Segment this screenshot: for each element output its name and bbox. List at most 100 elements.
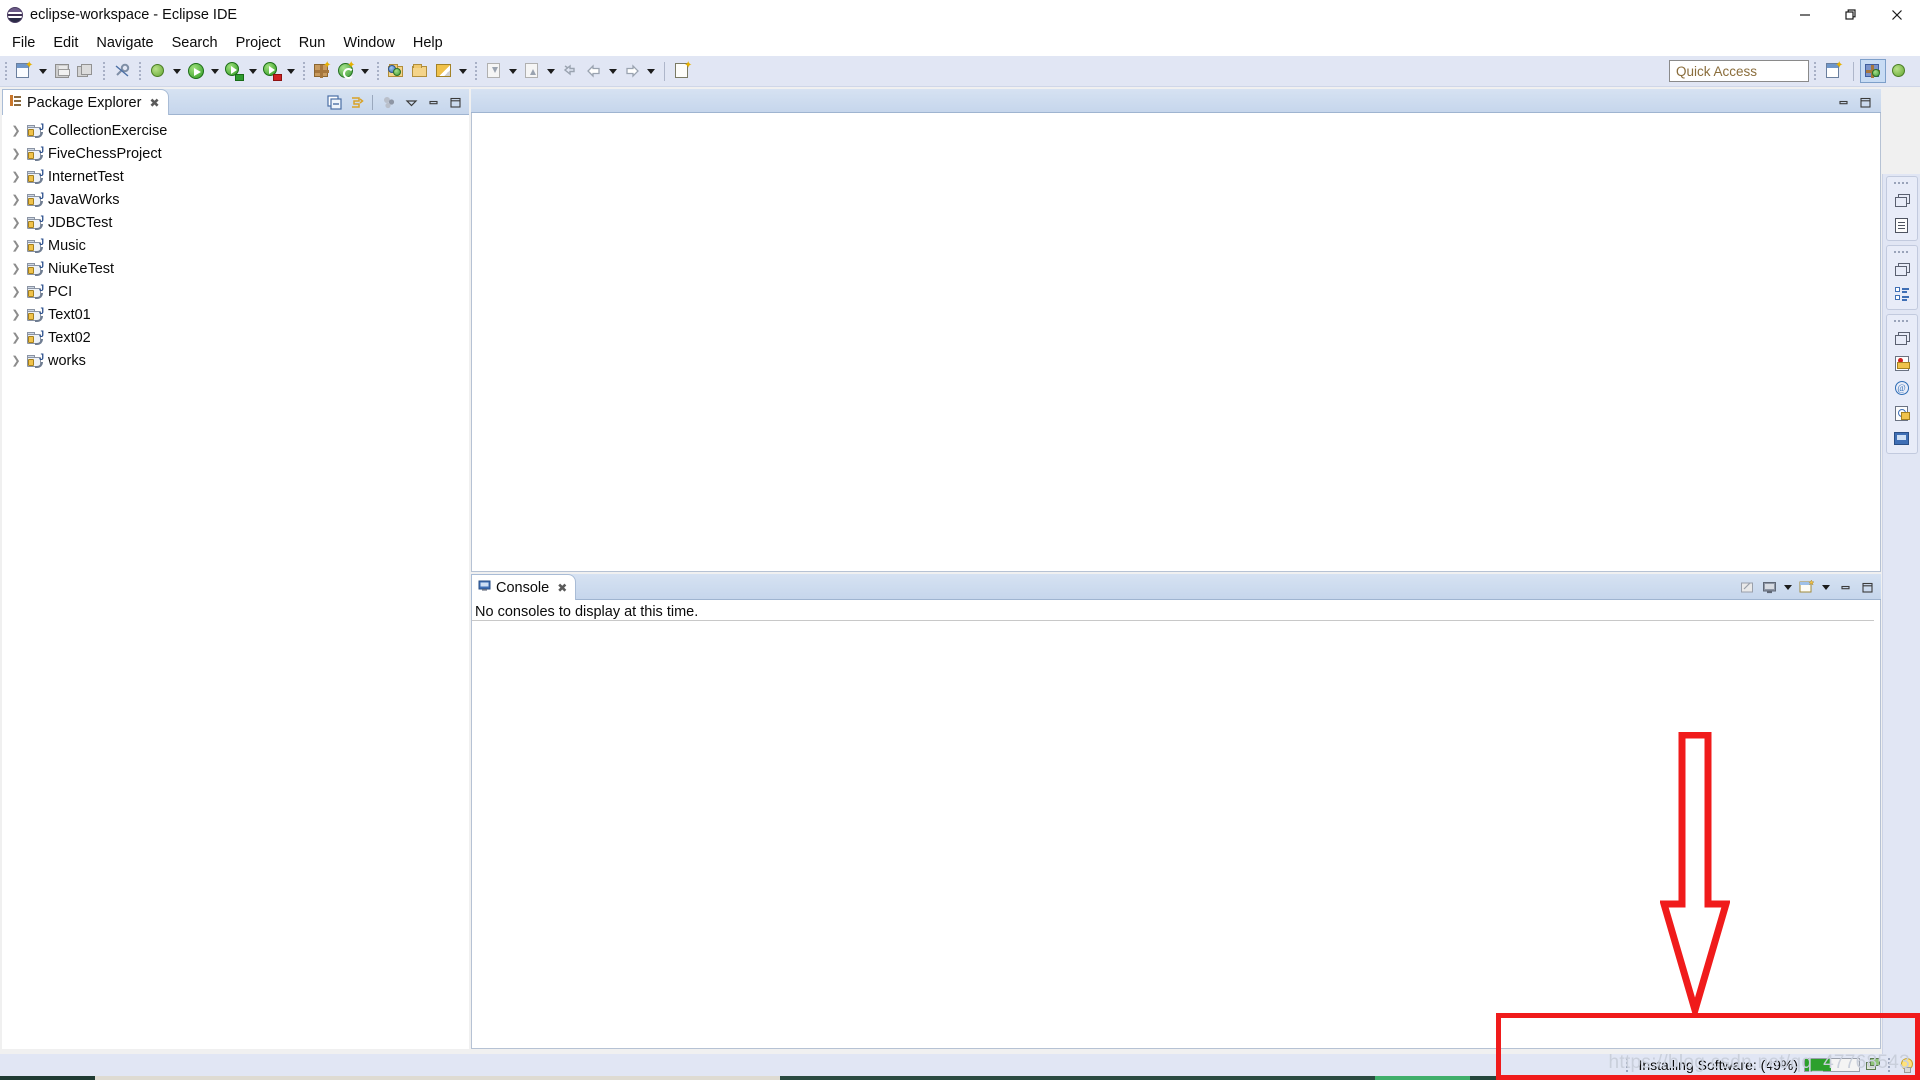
- expand-arrow-icon[interactable]: ❯: [10, 332, 22, 344]
- last-edit-location-button[interactable]: [558, 59, 582, 83]
- display-console-dropdown[interactable]: [1781, 575, 1795, 599]
- coverage-button[interactable]: [222, 59, 246, 83]
- expand-arrow-icon[interactable]: ❯: [10, 309, 22, 321]
- tab-console[interactable]: Console ✖: [471, 574, 577, 600]
- restore-icon[interactable]: [1828, 0, 1874, 29]
- open-console-button[interactable]: [1737, 577, 1757, 597]
- minimize-icon[interactable]: [1782, 0, 1828, 29]
- toggle-mark-occurrences-button[interactable]: [432, 59, 456, 83]
- console-view-button[interactable]: [1890, 427, 1914, 449]
- debug-dropdown[interactable]: [170, 59, 184, 83]
- tree-item-text02[interactable]: ❯ J Text02: [2, 326, 469, 349]
- close-tab-icon[interactable]: ✖: [557, 581, 567, 595]
- new-java-package-button[interactable]: ✦: [310, 59, 334, 83]
- expand-arrow-icon[interactable]: ❯: [10, 263, 22, 275]
- run-button[interactable]: [184, 59, 208, 83]
- console-minimize-button[interactable]: [1835, 577, 1855, 597]
- previous-annotation-dropdown[interactable]: [544, 59, 558, 83]
- quick-access-input[interactable]: Quick Access: [1669, 60, 1809, 82]
- maximize-view-button[interactable]: [445, 92, 465, 112]
- new-wizard-dropdown[interactable]: [36, 59, 50, 83]
- perspective-java[interactable]: [1886, 59, 1912, 83]
- back-button[interactable]: [582, 59, 606, 83]
- link-editor-button[interactable]: [110, 59, 134, 83]
- menu-window[interactable]: Window: [334, 32, 404, 54]
- restore-editor-button[interactable]: [1890, 189, 1914, 211]
- menu-help[interactable]: Help: [404, 32, 452, 54]
- expand-arrow-icon[interactable]: ❯: [10, 240, 22, 252]
- forward-dropdown[interactable]: [644, 59, 658, 83]
- expand-arrow-icon[interactable]: ❯: [10, 194, 22, 206]
- open-type-button[interactable]: [384, 59, 408, 83]
- new-java-class-button[interactable]: ✦: [334, 59, 358, 83]
- editor-maximize-button[interactable]: [1855, 92, 1875, 112]
- collapse-all-button[interactable]: [324, 92, 344, 112]
- coverage-dropdown[interactable]: [246, 59, 260, 83]
- tree-item-internettest[interactable]: ❯ J InternetTest: [2, 165, 469, 188]
- menu-project[interactable]: Project: [227, 32, 290, 54]
- new-java-class-dropdown[interactable]: [358, 59, 372, 83]
- servers-view-button[interactable]: [1890, 352, 1914, 374]
- perspective-java-ee[interactable]: [1860, 59, 1886, 83]
- new-console-view-button[interactable]: [1797, 577, 1817, 597]
- menu-run[interactable]: Run: [290, 32, 335, 54]
- tab-package-explorer[interactable]: Package Explorer ✖: [2, 89, 169, 115]
- view-menu-button[interactable]: [401, 92, 421, 112]
- run-last-dropdown[interactable]: [284, 59, 298, 83]
- expand-arrow-icon[interactable]: ❯: [10, 286, 22, 298]
- next-annotation-button[interactable]: [482, 59, 506, 83]
- restore-misc-button[interactable]: [1890, 327, 1914, 349]
- menu-edit[interactable]: Edit: [44, 32, 87, 54]
- tree-item-music[interactable]: ❯ J Music: [2, 234, 469, 257]
- editor-empty-area[interactable]: [471, 113, 1881, 572]
- tree-item-niuketest[interactable]: ❯ J NiuKeTest: [2, 257, 469, 280]
- open-task-button[interactable]: [408, 59, 432, 83]
- tree-item-works[interactable]: ❯ J works: [2, 349, 469, 372]
- snippets-view-button[interactable]: [1890, 402, 1914, 424]
- focus-task-button[interactable]: [379, 92, 399, 112]
- next-annotation-dropdown[interactable]: [506, 59, 520, 83]
- expand-arrow-icon[interactable]: ❯: [10, 171, 22, 183]
- drag-grip-icon[interactable]: [1893, 318, 1910, 324]
- tree-item-text01[interactable]: ❯ J Text01: [2, 303, 469, 326]
- console-body[interactable]: No consoles to display at this time.: [471, 600, 1881, 1049]
- menu-navigate[interactable]: Navigate: [87, 32, 162, 54]
- save-all-button[interactable]: [74, 59, 98, 83]
- tree-item-fivechessproject[interactable]: ❯ J FiveChessProject: [2, 142, 469, 165]
- tree-item-jdbctest[interactable]: ❯ J JDBCTest: [2, 211, 469, 234]
- tree-item-pci[interactable]: ❯ J PCI: [2, 280, 469, 303]
- outline-view-button[interactable]: [1890, 283, 1914, 305]
- expand-arrow-icon[interactable]: ❯: [10, 125, 22, 137]
- mark-occurrences-dropdown[interactable]: [456, 59, 470, 83]
- expand-arrow-icon[interactable]: ❯: [10, 217, 22, 229]
- close-icon[interactable]: [1874, 0, 1920, 29]
- save-button[interactable]: [50, 59, 74, 83]
- new-console-view-dropdown[interactable]: [1819, 575, 1833, 599]
- restore-outline-button[interactable]: [1890, 258, 1914, 280]
- menu-search[interactable]: Search: [163, 32, 227, 54]
- markers-view-button[interactable]: @: [1890, 377, 1914, 399]
- drag-grip-icon[interactable]: [1893, 249, 1910, 255]
- new-wizard-button[interactable]: ✦: [12, 59, 36, 83]
- console-maximize-button[interactable]: [1857, 577, 1877, 597]
- debug-button[interactable]: [146, 59, 170, 83]
- link-with-editor-button[interactable]: [346, 92, 366, 112]
- expand-arrow-icon[interactable]: ❯: [10, 355, 22, 367]
- run-last-button[interactable]: [260, 59, 284, 83]
- run-dropdown[interactable]: [208, 59, 222, 83]
- expand-arrow-icon[interactable]: ❯: [10, 148, 22, 160]
- editor-minimize-button[interactable]: [1833, 92, 1853, 112]
- open-perspective-button[interactable]: ✦: [1821, 59, 1847, 83]
- tree-item-javaworks[interactable]: ❯ J JavaWorks: [2, 188, 469, 211]
- new-editor-button[interactable]: ✦: [671, 59, 695, 83]
- minimize-view-button[interactable]: [423, 92, 443, 112]
- display-selected-console-button[interactable]: [1759, 577, 1779, 597]
- previous-annotation-button[interactable]: [520, 59, 544, 83]
- tree-item-collectionexercise[interactable]: ❯ J CollectionExercise: [2, 119, 469, 142]
- menu-file[interactable]: File: [3, 32, 44, 54]
- drag-grip-icon[interactable]: [1893, 180, 1910, 186]
- back-dropdown[interactable]: [606, 59, 620, 83]
- editor-thumbnail-button[interactable]: [1890, 214, 1914, 236]
- forward-button[interactable]: [620, 59, 644, 83]
- close-tab-icon[interactable]: ✖: [149, 96, 159, 110]
